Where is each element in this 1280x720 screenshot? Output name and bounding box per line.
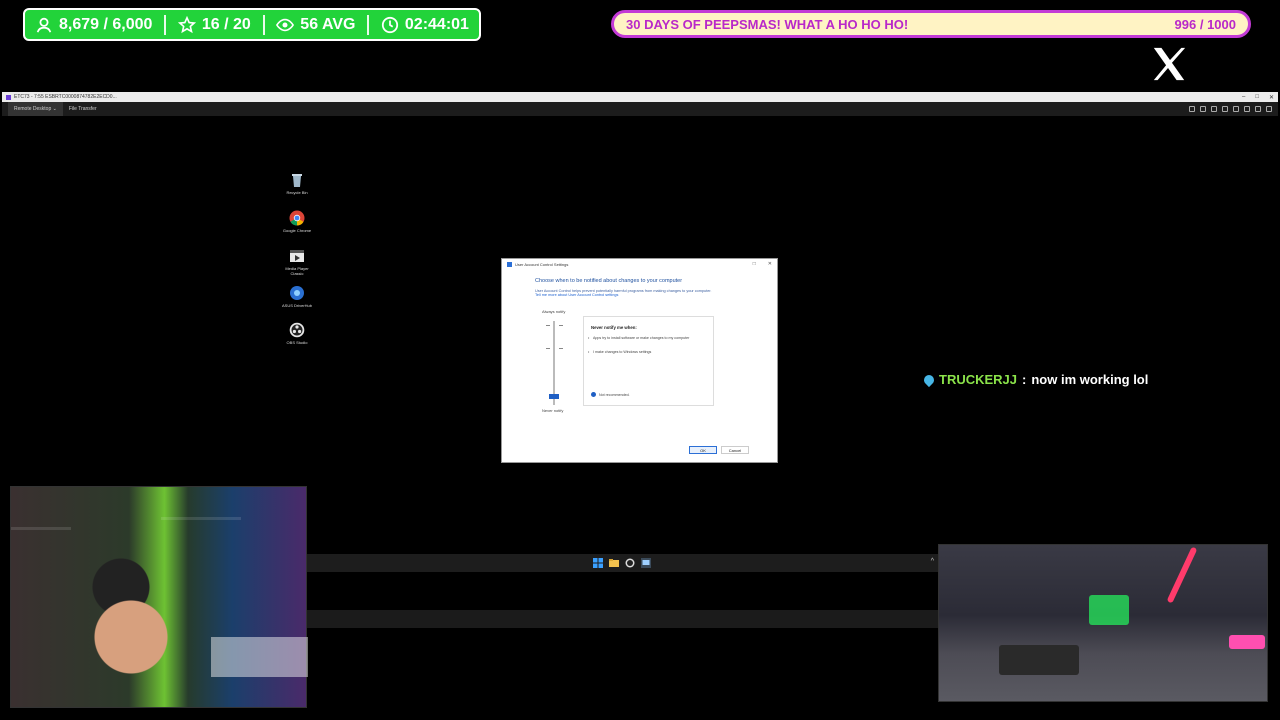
divider [164, 14, 167, 35]
maximize-icon[interactable]: □ [753, 261, 756, 267]
chat-username: TRUCKERJJ [939, 372, 1018, 387]
app-icon [6, 94, 11, 100]
tab-remote-desktop[interactable]: Remote Desktop ⌄ [8, 102, 63, 116]
slider-tick [559, 348, 563, 349]
file-explorer-icon[interactable] [609, 558, 619, 568]
info-icon [591, 392, 596, 397]
viewers-value: 56 AVG [300, 15, 356, 33]
keyboard-piano [211, 637, 308, 677]
room-camera [938, 544, 1268, 702]
settings-icon[interactable] [1189, 106, 1195, 112]
green-light [1089, 595, 1129, 625]
followers-stat: 8,679 / 6,000 [35, 16, 152, 34]
subs-stat: 16 / 20 [177, 15, 251, 34]
never-notify-label: Never notify [542, 408, 564, 413]
always-notify-label: Always notify [542, 309, 566, 314]
followers-value: 8,679 / 6,000 [59, 15, 153, 33]
webcam-detail [11, 527, 71, 530]
desktop-icon-asus-driverhub[interactable]: ASUS DriverHub [282, 285, 312, 308]
subgoal-bar: 30 DAYS OF PEEPSMAS! WHAT A HO HO HO! 99… [611, 10, 1251, 38]
recycle-bin-icon [292, 174, 302, 187]
close-icon[interactable]: ✕ [768, 261, 772, 267]
clipboard-icon[interactable] [1222, 106, 1228, 112]
chrome-icon [289, 210, 305, 226]
goal-progress: 996 / 1000 [1174, 16, 1236, 32]
window-title: ETC73 - 7:55 ESBRTC0000874782E2ECD0... [14, 94, 117, 100]
dialog-description: User Account Control helps prevent poten… [535, 289, 712, 298]
chat-text: now im working lol [1031, 372, 1149, 387]
tab-file-transfer[interactable]: File Transfer [63, 102, 103, 116]
tray-chevron-icon[interactable]: ^ [931, 558, 934, 565]
asus-driverhub-icon [290, 286, 304, 300]
star-icon [177, 15, 196, 33]
desktop-icon-obs[interactable]: OBS Studio [282, 322, 312, 345]
remote-toolbar: Remote Desktop ⌄ File Transfer [2, 102, 1278, 116]
ok-button[interactable]: OK [689, 446, 717, 454]
remote-taskbar: ^ [306, 554, 938, 572]
chat-separator: : [1022, 372, 1027, 387]
table [999, 645, 1079, 675]
obs-icon [289, 322, 305, 338]
dialog-titlebar: User Account Control Settings □ ✕ [502, 259, 777, 269]
minimize-icon[interactable]: – [1242, 94, 1245, 101]
slider-tick [546, 325, 550, 326]
viewers-stat: 56 AVG [276, 16, 355, 34]
record-icon[interactable] [1244, 106, 1250, 112]
slider-tick [559, 325, 563, 326]
windows-start-icon[interactable] [593, 558, 603, 568]
x-logo-icon [1153, 47, 1186, 81]
goal-label: 30 DAYS OF PEEPSMAS! WHAT A HO HO HO! [626, 16, 909, 32]
display-icon[interactable] [1200, 106, 1206, 112]
uptime-stat: 02:44:01 [381, 16, 469, 34]
neon-sign [1229, 635, 1265, 649]
notify-slider-thumb[interactable] [549, 394, 559, 399]
dialog-title: User Account Control Settings [515, 261, 569, 267]
uac-taskbar-icon[interactable] [641, 558, 651, 568]
notify-slider-track[interactable] [553, 321, 555, 405]
screenshot-icon[interactable] [1233, 106, 1239, 112]
maximize-icon[interactable]: □ [1255, 94, 1259, 101]
media-player-icon [290, 250, 304, 262]
clock-icon [381, 16, 399, 33]
uac-shield-icon [507, 261, 512, 267]
uptime-value: 02:44:01 [404, 15, 469, 33]
desktop-icon-chrome[interactable]: Google Chrome [282, 210, 312, 233]
subs-value: 16 / 20 [201, 15, 251, 33]
neon-light [1166, 546, 1198, 604]
desktop-icon-recycle-bin[interactable]: Recycle Bin [282, 172, 312, 195]
chat-message: TRUCKERJJ : now im working lol [921, 372, 1149, 387]
webcam-detail [161, 517, 241, 520]
divider [262, 14, 265, 35]
fullscreen-icon[interactable] [1255, 106, 1261, 112]
stream-stats-bar: 8,679 / 6,000 16 / 20 56 AVG 02:44:01 [23, 8, 481, 41]
eye-icon [276, 18, 295, 31]
list-item: Apps try to install software or make cha… [588, 336, 703, 340]
chat-badge-icon [921, 372, 937, 387]
close-icon[interactable]: ✕ [1269, 94, 1274, 101]
recommendation-note: Not recommended. [591, 392, 630, 397]
uac-settings-dialog: User Account Control Settings □ ✕ Choose… [501, 258, 778, 463]
dialog-heading: Choose when to be notified about changes… [535, 278, 683, 284]
window-bottom-strip [306, 610, 938, 628]
window-titlebar: ETC73 - 7:55 ESBRTC0000874782E2ECD0... –… [2, 92, 1278, 102]
more-icon[interactable] [1266, 106, 1272, 112]
box-heading: Never notify me when: [591, 325, 637, 330]
person-icon [36, 17, 52, 32]
learn-more-link[interactable]: Tell me more about User Account Control … [535, 293, 618, 297]
streamer-webcam [10, 486, 308, 708]
slider-tick [546, 348, 550, 349]
cancel-button[interactable]: Cancel [721, 446, 749, 454]
list-item: I make changes to Windows settings [588, 350, 703, 354]
notify-description-box: Never notify me when: Apps try to instal… [583, 316, 714, 406]
divider [367, 14, 370, 35]
keyboard-icon[interactable] [1211, 106, 1217, 112]
obs-taskbar-icon[interactable] [625, 558, 635, 568]
desktop-icon-media-player[interactable]: Media Player Classic [282, 248, 312, 276]
